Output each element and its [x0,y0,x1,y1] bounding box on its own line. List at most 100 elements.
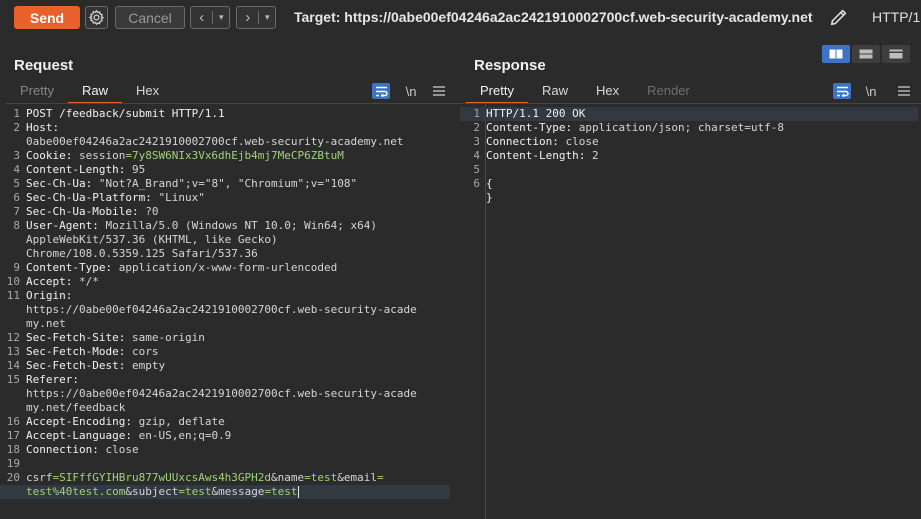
request-menu-button[interactable] [430,83,448,99]
code-token: =7y8SW6NIx3Vx6dhEjb4mj7MeCP6ZBtuM [125,149,344,162]
response-menu-button[interactable] [895,83,913,99]
chevron-down-icon[interactable]: ▾ [259,12,275,23]
line-number: 8 [13,219,20,232]
line-content: Connection: close [26,443,139,457]
response-tab-hex[interactable]: Hex [582,81,633,102]
request-tab-hex[interactable]: Hex [122,81,173,102]
layout-split-vertical-button[interactable] [822,45,850,63]
request-editor[interactable]: 1 POST /feedback/submit HTTP/1.1 2 Host: 0ab… [0,107,450,499]
line-content: Cookie: session=7y8SW6NIx3Vx6dhEjb4mj7Me… [26,149,344,163]
code-line: 4 Content-Length: 2 [460,149,918,163]
code-line: 14 Sec-Fetch-Dest: empty [0,359,450,373]
line-content: my.net [26,317,66,331]
response-newline-toggle[interactable]: \n [862,83,880,99]
word-wrap-icon [375,86,388,97]
code-line: 1 POST /feedback/submit HTTP/1.1 [0,107,450,121]
line-number: 10 [6,275,20,288]
line-content: Sec-Fetch-Dest: empty [26,359,165,373]
response-wrap-toggle[interactable] [833,83,851,99]
line-number: 15 [6,373,20,386]
line-number: 5 [13,177,20,190]
line-number: 19 [6,457,20,470]
back-button[interactable]: ‹ ▾ [190,6,230,29]
code-token: application/json; charset=utf-8 [578,121,785,134]
code-token: Mozilla/5.0 (Windows NT 10.0; Win64; x64… [105,219,378,232]
line-number: 18 [6,443,20,456]
line-content: https://0abe00ef04246a2ac2421910002700cf… [26,303,417,317]
line-content: Content-Length: 2 [486,149,599,163]
code-token: Chrome/108.0.5359.125 Safari/537.36 [26,247,258,260]
split-horizontal-icon [859,49,873,59]
request-wrap-toggle[interactable] [372,83,390,99]
edit-target-button[interactable] [828,6,850,28]
code-line: 18 Connection: close [0,443,450,457]
response-title: Response [474,57,546,74]
code-token: csrf [26,471,53,484]
code-token: cors [131,345,159,358]
settings-button[interactable] [85,6,108,29]
code-token: close [105,443,139,456]
line-content: Sec-Ch-Ua: "Not?A_Brand";v="8", "Chromiu… [26,177,357,191]
code-line: https://0abe00ef04246a2ac2421910002700cf… [0,303,450,317]
request-tab-pretty[interactable]: Pretty [6,81,68,102]
line-number: 4 [13,163,20,176]
line-content: } [486,191,493,205]
line-content: Host: [26,121,59,135]
line-number: 14 [6,359,20,372]
response-tab-render[interactable]: Render [633,81,704,102]
code-line: 2 Content-Type: application/json; charset… [460,121,918,135]
response-tab-pretty[interactable]: Pretty [466,81,528,104]
code-token: Referer: [26,373,79,386]
code-token: &name [271,471,305,484]
code-token: Origin: [26,289,73,302]
line-content: Accept-Language: en-US,en;q=0.9 [26,429,231,443]
line-number: 6 [13,191,20,204]
line-content: Accept: */* [26,275,99,289]
line-content: Sec-Ch-Ua-Mobile: ?0 [26,205,158,219]
code-token: Cookie: [26,149,79,162]
response-tab-raw[interactable]: Raw [528,81,582,102]
code-token: my.net/feedback [26,401,126,414]
send-button[interactable]: Send [14,6,80,29]
code-token: test%40test.com [26,485,126,498]
forward-button[interactable]: › ▾ [236,6,276,29]
line-number: 1 [13,107,20,120]
request-newline-toggle[interactable]: \n [402,83,420,99]
code-token: Content-Length: [486,149,592,162]
cancel-button[interactable]: Cancel [115,6,185,29]
line-content: Sec-Fetch-Mode: cors [26,345,158,359]
code-token: User-Agent: [26,219,106,232]
line-number: 3 [13,149,20,162]
chevron-down-icon[interactable]: ▾ [213,12,229,23]
response-editor[interactable]: 1 HTTP/1.1 200 OK 2 Content-Type: applicati… [460,107,918,205]
line-content: my.net/feedback [26,401,125,415]
layout-tabs-button[interactable] [882,45,910,63]
line-content: User-Agent: Mozilla/5.0 (Windows NT 10.0… [26,219,377,233]
code-token: 2 [591,149,599,162]
line-content: AppleWebKit/537.36 (KHTML, like Gecko) [26,233,278,247]
line-content: POST /feedback/submit HTTP/1.1 [26,107,225,121]
code-token: Connection: [26,443,106,456]
code-token: Accept: [26,275,79,288]
code-token: close [565,135,599,148]
code-token: */* [78,275,99,288]
protocol-selector[interactable]: HTTP/1 [872,9,920,25]
code-token: Sec-Ch-Ua: [26,177,99,190]
code-line: my.net/feedback [0,401,450,415]
code-token: Accept-Encoding: [26,415,139,428]
code-token: Host: [26,121,60,134]
code-token: =test [264,485,298,498]
line-number: 12 [6,331,20,344]
code-line: 17 Accept-Language: en-US,en;q=0.9 [0,429,450,443]
code-token: Content-Type: [486,121,579,134]
code-token: gzip, deflate [138,415,225,428]
line-content: 0abe00ef04246a2ac2421910002700cf.web-sec… [26,135,404,149]
code-line: 12 Sec-Fetch-Site: same-origin [0,331,450,345]
hamburger-icon [898,86,910,96]
line-content: HTTP/1.1 200 OK [486,107,585,121]
code-line: AppleWebKit/537.36 (KHTML, like Gecko) [0,233,450,247]
line-content: Content-Type: application/x-www-form-url… [26,261,337,275]
layout-split-horizontal-button[interactable] [852,45,880,63]
request-tab-raw[interactable]: Raw [67,81,122,104]
code-token: HTTP/1.1 200 OK [486,107,586,120]
